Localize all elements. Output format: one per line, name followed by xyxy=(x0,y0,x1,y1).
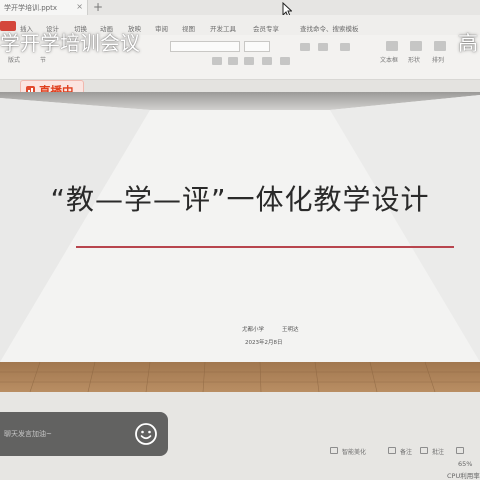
justify-icon[interactable] xyxy=(262,57,272,65)
numbering-icon[interactable] xyxy=(318,43,328,51)
cpu-usage: CPU利用率 xyxy=(447,472,480,480)
smart-beautify-icon[interactable] xyxy=(330,447,338,454)
slide-date[interactable]: 2023年2月8日 xyxy=(245,338,283,346)
textbox-icon[interactable] xyxy=(386,41,398,51)
slide-canvas[interactable]: “教—学—评”一体化教学设计 尤都小学 王明达 2023年2月8日 xyxy=(0,92,480,392)
menu-review[interactable]: 审阅 xyxy=(155,23,168,33)
chat-input-placeholder[interactable]: 聊天发言加油~ xyxy=(4,429,52,439)
new-tab-button[interactable]: + xyxy=(93,0,103,14)
menu-developer[interactable]: 开发工具 xyxy=(210,23,236,33)
shape-icon[interactable] xyxy=(410,41,422,51)
zoom-level[interactable]: 65% xyxy=(458,460,472,468)
slide-school[interactable]: 尤都小学 xyxy=(242,325,264,333)
title-bar: 学开学培训.pptx × + xyxy=(0,0,480,18)
section-label[interactable]: 节 xyxy=(40,55,46,64)
font-name-select[interactable] xyxy=(170,41,240,52)
menu-member[interactable]: 会员专享 xyxy=(253,23,279,33)
bullets-icon[interactable] xyxy=(300,43,310,51)
slide-background xyxy=(0,92,480,392)
indent-icon[interactable] xyxy=(340,43,350,51)
notes-button[interactable]: 备注 xyxy=(400,447,412,456)
smart-beautify-button[interactable]: 智能美化 xyxy=(342,447,366,456)
close-icon[interactable]: × xyxy=(76,2,83,11)
arrange-icon[interactable] xyxy=(434,41,446,51)
textbox-label[interactable]: 文本框 xyxy=(380,55,398,64)
menu-view[interactable]: 视图 xyxy=(182,23,195,33)
title-divider xyxy=(76,246,454,248)
line-spacing-icon[interactable] xyxy=(280,57,290,65)
slide-author[interactable]: 王明达 xyxy=(282,325,299,333)
font-size-select[interactable] xyxy=(244,41,270,52)
layout-label[interactable]: 版式 xyxy=(8,55,20,64)
align-center-icon[interactable] xyxy=(228,57,238,65)
notes-icon[interactable] xyxy=(388,447,396,454)
search-command[interactable]: 查找命令、搜索模板 xyxy=(300,23,359,33)
normal-view-icon[interactable] xyxy=(456,447,464,454)
arrange-label[interactable]: 排列 xyxy=(432,55,444,64)
document-tab[interactable]: 学开学培训.pptx × xyxy=(0,0,88,15)
comment-icon[interactable] xyxy=(420,447,428,454)
annotate-button[interactable]: 批注 xyxy=(432,447,444,456)
slide-title[interactable]: “教—学—评”一体化教学设计 xyxy=(0,178,480,218)
smile-icon[interactable] xyxy=(134,422,158,446)
meeting-title: 学开学培训会议 xyxy=(0,31,140,55)
status-bar: 智能美化 备注 批注 xyxy=(170,444,480,458)
align-right-icon[interactable] xyxy=(244,57,254,65)
shape-label[interactable]: 形状 xyxy=(408,55,420,64)
align-left-icon[interactable] xyxy=(212,57,222,65)
document-tab-label: 学开学培训.pptx xyxy=(4,4,57,12)
meeting-title-right: 高 xyxy=(458,31,478,55)
